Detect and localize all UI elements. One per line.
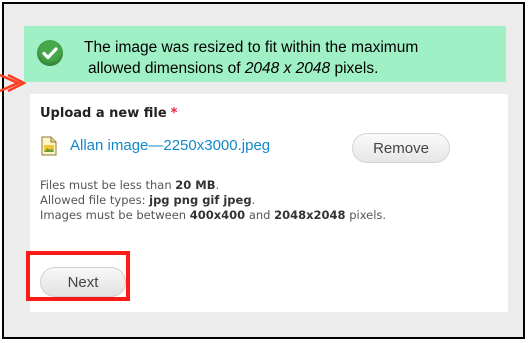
help-dims-mid: and — [245, 208, 275, 222]
status-line-1: The image was resized to fit within the … — [84, 39, 419, 56]
help-types-prefix: Allowed file types: — [40, 193, 150, 207]
status-line-2-prefix: allowed dimensions of — [88, 60, 245, 77]
status-dimensions: 2048 x 2048 — [244, 60, 331, 77]
annotation-arrow-icon — [0, 73, 26, 93]
help-size-suffix: . — [215, 178, 220, 192]
help-size: Files must be less than 20 MB. — [40, 178, 386, 193]
upload-label: Upload a new file * — [40, 106, 177, 121]
remove-button[interactable]: Remove — [352, 133, 450, 163]
upload-help-text: Files must be less than 20 MB. Allowed f… — [40, 178, 386, 223]
help-types-suffix: . — [251, 193, 256, 207]
help-dims-max: 2048x2048 — [274, 208, 346, 222]
help-dims-suffix: pixels. — [345, 208, 387, 222]
status-line-2-suffix: pixels. — [330, 60, 379, 77]
help-size-prefix: Files must be less than — [40, 178, 176, 192]
help-dims-prefix: Images must be between — [40, 208, 190, 222]
help-dimensions: Images must be between 400x400 and 2048x… — [40, 208, 386, 223]
image-file-icon — [41, 136, 57, 156]
help-types: Allowed file types: jpg png gif jpeg. — [40, 193, 386, 208]
status-message: The image was resized to fit within the … — [24, 26, 506, 82]
status-text: The image was resized to fit within the … — [84, 37, 494, 79]
help-dims-min: 400x400 — [189, 208, 246, 222]
help-size-value: 20 MB — [175, 178, 216, 192]
upload-label-text: Upload a new file — [40, 106, 167, 121]
help-types-value: jpg png gif jpeg — [149, 193, 252, 207]
annotation-highlight-box — [26, 251, 130, 301]
uploaded-file-link[interactable]: Allan image—2250x3000.jpeg — [70, 137, 270, 154]
required-marker: * — [170, 106, 178, 121]
check-circle-icon — [37, 40, 63, 66]
status-line-2: allowed dimensions of 2048 x 2048 pixels… — [84, 58, 494, 79]
